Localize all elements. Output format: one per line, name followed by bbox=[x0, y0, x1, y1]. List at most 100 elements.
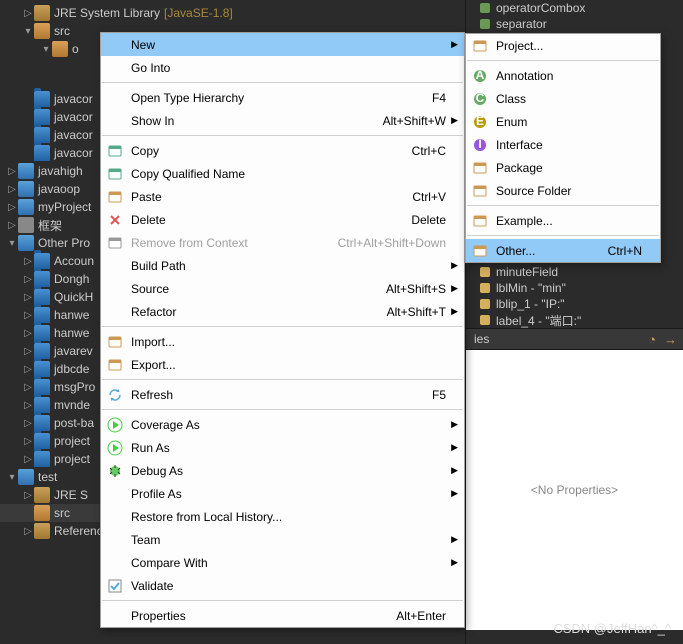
menu-item-import[interactable]: Import... bbox=[101, 330, 464, 353]
menu-item-remove-from-context[interactable]: Remove from Context Ctrl+Alt+Shift+Down bbox=[101, 231, 464, 254]
menu-item-validate[interactable]: Validate bbox=[101, 574, 464, 597]
menu-item-paste[interactable]: Paste Ctrl+V bbox=[101, 185, 464, 208]
submenu-item-class[interactable]: C Class bbox=[466, 87, 660, 110]
expand-icon[interactable]: ▷ bbox=[22, 400, 34, 411]
menu-item-delete[interactable]: Delete Delete bbox=[101, 208, 464, 231]
menu-label: Go Into bbox=[125, 61, 460, 75]
menu-label: Delete bbox=[125, 213, 411, 227]
submenu-item-project[interactable]: Project... bbox=[466, 34, 660, 57]
menu-item-new[interactable]: New ▶ bbox=[101, 33, 464, 56]
expand-icon[interactable]: ▷ bbox=[22, 328, 34, 339]
expand-icon[interactable]: ▷ bbox=[6, 166, 18, 177]
submenu-item-enum[interactable]: E Enum bbox=[466, 110, 660, 133]
folder-icon bbox=[34, 433, 50, 449]
menu-label: Copy bbox=[125, 144, 412, 158]
folder-icon bbox=[34, 397, 50, 413]
blank-icon bbox=[105, 281, 125, 297]
tree-label: javacor bbox=[54, 92, 93, 106]
menu-item-team[interactable]: Team ▶ bbox=[101, 528, 464, 551]
expand-icon[interactable]: ▷ bbox=[22, 382, 34, 393]
expand-icon[interactable]: ▷ bbox=[22, 490, 34, 501]
expand-icon[interactable]: ▷ bbox=[22, 292, 34, 303]
menu-item-coverage-as[interactable]: Coverage As ▶ bbox=[101, 413, 464, 436]
expand-icon[interactable]: ▷ bbox=[6, 184, 18, 195]
collapse-icon[interactable]: ▾ bbox=[40, 44, 52, 55]
outline-label: lblip_1 - "IP:" bbox=[496, 297, 565, 311]
menu-item-open-type-hierarchy[interactable]: Open Type Hierarchy F4 bbox=[101, 86, 464, 109]
submenu-item-other[interactable]: Other... Ctrl+N bbox=[466, 239, 660, 262]
tree-label: msgPro bbox=[54, 380, 95, 394]
menu-item-source[interactable]: Source Alt+Shift+S ▶ bbox=[101, 277, 464, 300]
field-icon bbox=[480, 19, 490, 29]
outline-item[interactable]: lblip_1 - "IP:" bbox=[466, 296, 683, 312]
submenu-arrow-icon: ▶ bbox=[451, 488, 458, 499]
pin-icon[interactable]: ◔ bbox=[648, 332, 656, 347]
folder-icon bbox=[34, 91, 50, 107]
expand-icon[interactable]: ▷ bbox=[22, 526, 34, 537]
tree-label: post-ba bbox=[54, 416, 94, 430]
menu-label: Profile As bbox=[125, 487, 460, 501]
tree-label: QuickH bbox=[54, 290, 93, 304]
expand-icon[interactable]: ▷ bbox=[6, 220, 18, 231]
properties-tab[interactable]: ies ◔ → bbox=[466, 328, 683, 350]
blank-icon bbox=[105, 37, 125, 53]
menu-label: Enum bbox=[490, 115, 656, 129]
new-submenu[interactable]: Project... A Annotation C Class E Enum I bbox=[465, 33, 661, 263]
menu-item-export[interactable]: Export... bbox=[101, 353, 464, 376]
submenu-item-package[interactable]: Package bbox=[466, 156, 660, 179]
menu-item-debug-as[interactable]: Debug As ▶ bbox=[101, 459, 464, 482]
expand-icon[interactable]: ▷ bbox=[22, 310, 34, 321]
menu-separator bbox=[467, 235, 659, 236]
menu-item-show-in[interactable]: Show In Alt+Shift+W ▶ bbox=[101, 109, 464, 132]
submenu-item-annotation[interactable]: A Annotation bbox=[466, 64, 660, 87]
menu-item-copy-qualified-name[interactable]: Copy Qualified Name bbox=[101, 162, 464, 185]
menu-item-properties[interactable]: Properties Alt+Enter bbox=[101, 604, 464, 627]
import-icon bbox=[105, 334, 125, 350]
menu-shortcut: F5 bbox=[432, 388, 460, 402]
menu-item-run-as[interactable]: Run As ▶ bbox=[101, 436, 464, 459]
outline-item[interactable]: label_4 - "端口:" bbox=[466, 312, 683, 328]
menu-item-compare-with[interactable]: Compare With ▶ bbox=[101, 551, 464, 574]
submenu-arrow-icon: ▶ bbox=[451, 442, 458, 453]
menu-icon[interactable]: → bbox=[664, 332, 677, 347]
collapse-icon[interactable]: ▾ bbox=[22, 26, 34, 37]
expand-icon[interactable]: ▷ bbox=[22, 8, 34, 19]
blank-icon bbox=[105, 509, 125, 525]
context-menu[interactable]: New ▶ Go Into Open Type Hierarchy F4 Sho… bbox=[100, 32, 465, 628]
other-icon bbox=[470, 243, 490, 259]
source-folder-icon bbox=[34, 505, 50, 521]
expand-icon[interactable]: ▷ bbox=[22, 346, 34, 357]
menu-label: Interface bbox=[490, 138, 656, 152]
submenu-arrow-icon: ▶ bbox=[451, 115, 458, 126]
project-icon bbox=[18, 469, 34, 485]
expand-icon[interactable]: ▷ bbox=[22, 436, 34, 447]
submenu-item-interface[interactable]: I Interface bbox=[466, 133, 660, 156]
outline-label: separator bbox=[496, 17, 547, 31]
menu-item-refactor[interactable]: Refactor Alt+Shift+T ▶ bbox=[101, 300, 464, 323]
submenu-item-source-folder[interactable]: Source Folder bbox=[466, 179, 660, 202]
expand-icon[interactable]: ▷ bbox=[22, 364, 34, 375]
expand-icon[interactable]: ▾ bbox=[6, 238, 18, 249]
expand-icon[interactable]: ▷ bbox=[22, 274, 34, 285]
expand-icon[interactable]: ▷ bbox=[22, 256, 34, 267]
tree-label: hanwe bbox=[54, 308, 89, 322]
properties-body: <No Properties> bbox=[466, 350, 683, 630]
expand-icon[interactable]: ▷ bbox=[22, 418, 34, 429]
expand-icon[interactable]: ▷ bbox=[22, 454, 34, 465]
menu-shortcut: Ctrl+N bbox=[608, 244, 656, 258]
field-icon bbox=[480, 283, 490, 293]
outline-item[interactable]: separator bbox=[466, 16, 683, 32]
menu-shortcut: Alt+Shift+S bbox=[386, 282, 460, 296]
outline-item[interactable]: minuteField bbox=[466, 264, 683, 280]
menu-item-restore-from-local-history[interactable]: Restore from Local History... bbox=[101, 505, 464, 528]
collapse-icon[interactable]: ▾ bbox=[6, 472, 18, 483]
submenu-item-example[interactable]: Example... bbox=[466, 209, 660, 232]
menu-item-build-path[interactable]: Build Path ▶ bbox=[101, 254, 464, 277]
expand-icon[interactable]: ▷ bbox=[6, 202, 18, 213]
menu-item-profile-as[interactable]: Profile As ▶ bbox=[101, 482, 464, 505]
outline-item[interactable]: lblMin - "min" bbox=[466, 280, 683, 296]
menu-item-refresh[interactable]: Refresh F5 bbox=[101, 383, 464, 406]
outline-item[interactable]: operatorCombox bbox=[466, 0, 683, 16]
menu-item-copy[interactable]: Copy Ctrl+C bbox=[101, 139, 464, 162]
menu-item-go-into[interactable]: Go Into bbox=[101, 56, 464, 79]
